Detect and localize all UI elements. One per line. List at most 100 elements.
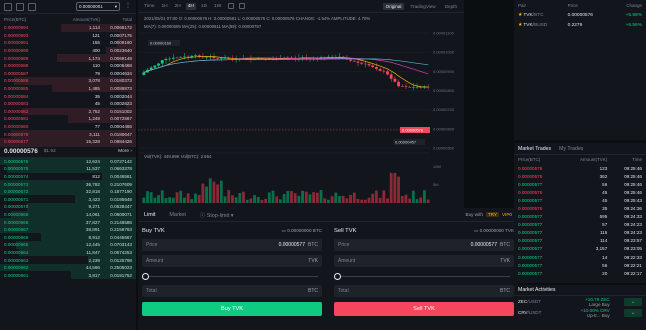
candlestick-chart[interactable]: 0.00001100 0.00001000 0.00000900 0.00000800… — [138, 13, 464, 208]
chart-view-tabs: Original TradingView Depth — [382, 2, 460, 10]
bid-row[interactable]: 0.00000569 14,061 0.0800071 — [0, 210, 136, 219]
tab-limit[interactable]: Limit — [144, 212, 155, 218]
volume-bar — [426, 199, 430, 203]
both-sides-view-icon[interactable] — [4, 2, 12, 11]
ask-row[interactable]: 0.00000581 1,249 0.0072567 — [0, 115, 136, 123]
buy-total-input[interactable]: Total BTC — [142, 285, 322, 297]
ask-row[interactable]: 0.00000594 1,114 0.0066172 — [0, 24, 136, 32]
activity-row[interactable]: CRV/USDT +10.00% CRV Up-tr... Buy ⌄ — [514, 307, 646, 318]
order-price: 0.00000583 — [4, 101, 29, 107]
volume-bar — [423, 190, 426, 203]
sell-balance-value: 0.00000000 TVK — [479, 227, 514, 233]
ask-row[interactable]: 0.00000587 79 0.0004634 — [0, 69, 136, 78]
ask-row[interactable]: 0.00000593 121 0.0007175 — [0, 31, 136, 40]
settings-icon[interactable] — [228, 3, 235, 9]
bids-only-view-icon[interactable] — [16, 2, 24, 11]
bid-row[interactable]: 0.00000564 11,847 0.0674253 — [0, 248, 136, 257]
bid-row[interactable]: 0.00000572 32,818 0.1877190 — [0, 187, 136, 196]
order-price: 0.00000589 — [4, 55, 29, 61]
pair-row[interactable]: ★TVK/BTC 0.00000576 +5.98% — [514, 10, 646, 20]
ask-row[interactable]: 0.00000585 1,485 0.0086873 — [0, 84, 136, 93]
buy-price-input[interactable]: Price 0.00000577 BTC — [142, 239, 322, 251]
bid-row[interactable]: 0.00000571 3,423 0.0195648 — [0, 195, 136, 204]
volume-bar — [404, 194, 408, 203]
pair-row[interactable]: ★TVK/BUSD 0.2279 +6.56% — [514, 20, 646, 30]
indicator-icon[interactable] — [239, 3, 246, 9]
view-original[interactable]: Original — [382, 2, 405, 10]
ask-row[interactable]: 0.00000591 155 0.0009160 — [0, 39, 136, 47]
bid-row[interactable]: 0.00000566 8,912 0.0445667 — [0, 233, 136, 242]
timeframe-2h[interactable]: 2H — [173, 3, 183, 10]
sell-amount-input[interactable]: Amount TVK — [334, 255, 514, 267]
trades-tabs: Market Trades My Trades — [514, 143, 646, 155]
buy-button[interactable]: Buy TVK — [142, 302, 322, 316]
ask-row[interactable]: 0.00000590 400 0.0023640 — [0, 46, 136, 55]
order-book-columns: Price(BTC) Amount(TVK) Total — [0, 14, 136, 24]
ask-row[interactable]: 0.00000584 35 0.0002044 — [0, 92, 136, 100]
sell-button[interactable]: Sell TVK — [334, 302, 514, 316]
activity-row[interactable]: ZEC/USDT +10.79 ZEC Large Buy ⌄ — [514, 296, 646, 307]
volume-tick-label: 5M — [433, 182, 439, 187]
volume-bar — [378, 197, 382, 203]
bid-row[interactable]: 0.00000574 812 0.0046561 — [0, 172, 136, 181]
buy-with-selector[interactable]: Buy with TRY VIP0 — [466, 212, 512, 217]
ask-row[interactable]: 0.00000589 1,174 0.0069148 — [0, 54, 136, 62]
asks-only-view-icon[interactable] — [28, 2, 36, 11]
slider-handle[interactable] — [334, 272, 341, 280]
buy-amount-input[interactable]: Amount TVK — [142, 255, 322, 267]
bid-row[interactable]: 0.00000568 37,827 0.2148586 — [0, 218, 136, 226]
bid-row[interactable]: 0.00000561 3,817 0.0191752 — [0, 271, 136, 279]
try-badge[interactable]: TRY — [485, 212, 500, 217]
view-depth[interactable]: Depth — [442, 3, 460, 10]
ask-row[interactable]: 0.00000583 45 0.0002623 — [0, 99, 136, 108]
candle-body — [375, 67, 378, 70]
last-price-bar: 0.00000576 $1.92 More › — [0, 145, 136, 158]
tab-my-trades[interactable]: My Trades — [559, 146, 583, 152]
ask-row[interactable]: 0.00000588 110 0.0006468 — [0, 61, 136, 70]
volume-bar — [256, 197, 260, 203]
order-price: 0.00000590 — [4, 48, 29, 54]
buy-price-value: 0.00000577 — [278, 242, 305, 248]
ask-row[interactable]: 0.00000580 77 0.0004466 — [0, 122, 136, 131]
timeframe-1w[interactable]: 1W — [212, 3, 223, 10]
timeframe-1d[interactable]: 1D — [199, 3, 209, 10]
precision-select[interactable]: 0.00000001 ▾ — [76, 2, 120, 11]
slider-track — [146, 275, 318, 277]
volume-bar — [227, 190, 231, 203]
candle-body — [175, 57, 179, 59]
col-amount: Amount(TVK) — [72, 16, 100, 22]
ask-row[interactable]: 0.00000586 3,078 0.0180373 — [0, 77, 136, 85]
sell-price-input[interactable]: Price 0.00000577 BTC — [334, 239, 514, 251]
candle-body — [160, 60, 164, 64]
sell-amount-slider[interactable] — [334, 271, 514, 281]
bid-row[interactable]: 0.00000562 44,566 0.2505023 — [0, 263, 136, 272]
ask-row[interactable]: 0.00000577 15,328 0.0884426 — [0, 137, 136, 146]
bid-row[interactable]: 0.00000565 12,445 0.0703143 — [0, 241, 136, 249]
star-icon[interactable]: ★ — [518, 23, 522, 28]
more-link[interactable]: More › — [118, 149, 132, 154]
trade-price: 0.00000576 — [518, 189, 543, 195]
order-amount: 155 — [92, 40, 100, 46]
bid-row[interactable]: 0.00000573 36,782 0.2107609 — [0, 180, 136, 188]
star-icon[interactable]: ★ — [518, 13, 522, 18]
tab-stop-limit[interactable]: ⓘ Stop-limit ▾ — [200, 211, 234, 219]
timeframe-1h[interactable]: 1H — [159, 3, 169, 10]
tab-market[interactable]: Market — [169, 212, 185, 218]
buy-amount-slider[interactable] — [142, 271, 322, 281]
ask-row[interactable]: 0.00000579 3,111 0.0180647 — [0, 130, 136, 138]
bid-row[interactable]: 0.00000575 11,537 0.0663378 — [0, 165, 136, 173]
volume-bar — [275, 196, 279, 203]
timeframe-4h[interactable]: 4H — [185, 2, 196, 10]
bid-row[interactable]: 0.00000576 12,624 0.0727142 — [0, 157, 136, 166]
sell-total-input[interactable]: Total BTC — [334, 285, 514, 297]
more-options-icon[interactable]: ⋮ — [124, 2, 132, 11]
bid-row[interactable]: 0.00000570 9,271 0.0528447 — [0, 203, 136, 211]
bid-row[interactable]: 0.00000567 38,891 0.2159763 — [0, 225, 136, 234]
tab-market-trades[interactable]: Market Trades — [518, 146, 551, 152]
ask-row[interactable]: 0.00000582 2,752 0.0151002 — [0, 107, 136, 116]
timeframe-time[interactable]: Time — [142, 3, 156, 10]
bid-row[interactable]: 0.00000563 2,239 0.0125798 — [0, 256, 136, 264]
view-tradingview[interactable]: TradingView — [407, 3, 438, 10]
volume-bar — [400, 196, 404, 203]
slider-handle[interactable] — [142, 272, 149, 280]
